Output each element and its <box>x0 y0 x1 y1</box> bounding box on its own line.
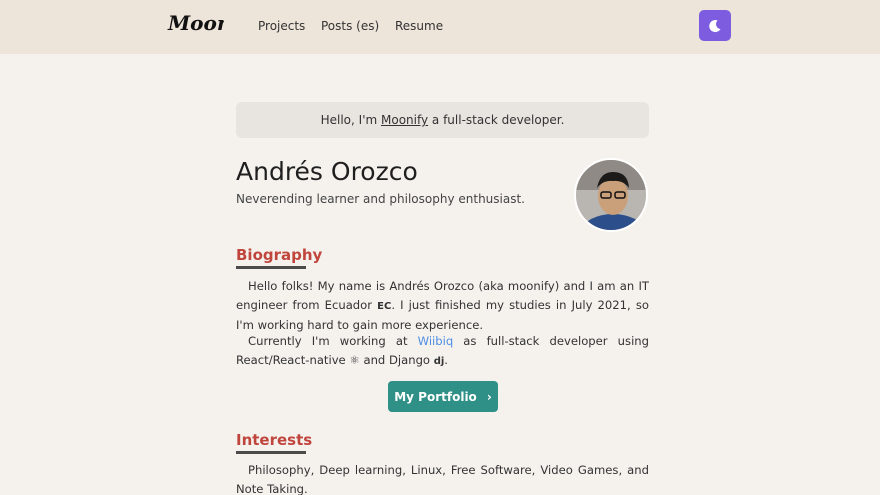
intro-banner: Hello, I'm Moonify a full-stack develope… <box>236 102 649 138</box>
nav-link-projects[interactable]: Projects <box>258 19 305 33</box>
interests-paragraph: Philosophy, Deep learning, Linux, Free S… <box>236 463 649 495</box>
biography-paragraph-1: Hello folks! My name is Andrés Orozco (a… <box>236 279 649 332</box>
django-icon: dj <box>433 355 445 367</box>
svg-text:Moonfy: Moonfy <box>167 11 224 35</box>
biography-heading: Biography <box>236 246 323 269</box>
biography-paragraph-2: Currently I'm working at Wiibiq as full-… <box>236 334 649 367</box>
my-portfolio-button[interactable]: My Portfolio › <box>388 381 498 412</box>
avatar <box>574 158 648 232</box>
interests-heading: Interests <box>236 431 313 454</box>
nav-link-posts[interactable]: Posts (es) <box>321 19 379 33</box>
profile-tagline: Neverending learner and philosophy enthu… <box>236 192 525 206</box>
react-icon: ⚛ <box>349 352 360 367</box>
top-navbar: Moonfy Projects Posts (es) Resume <box>0 0 880 54</box>
moonify-logo[interactable]: Moonfy <box>166 4 224 44</box>
profile-name: Andrés Orozco <box>236 157 418 186</box>
intro-prefix: Hello, I'm <box>320 113 381 127</box>
ecuador-flag-icon: EC <box>377 300 392 312</box>
moon-icon <box>709 19 721 32</box>
intro-brand-link[interactable]: Moonify <box>381 113 428 127</box>
nav-link-resume[interactable]: Resume <box>395 19 443 33</box>
portfolio-button-label: My Portfolio <box>394 389 477 404</box>
intro-suffix: a full-stack developer. <box>428 113 565 127</box>
wiibiq-link[interactable]: Wiibiq <box>418 334 454 348</box>
chevron-right-icon: › <box>486 389 492 404</box>
theme-toggle-button[interactable] <box>699 10 731 41</box>
